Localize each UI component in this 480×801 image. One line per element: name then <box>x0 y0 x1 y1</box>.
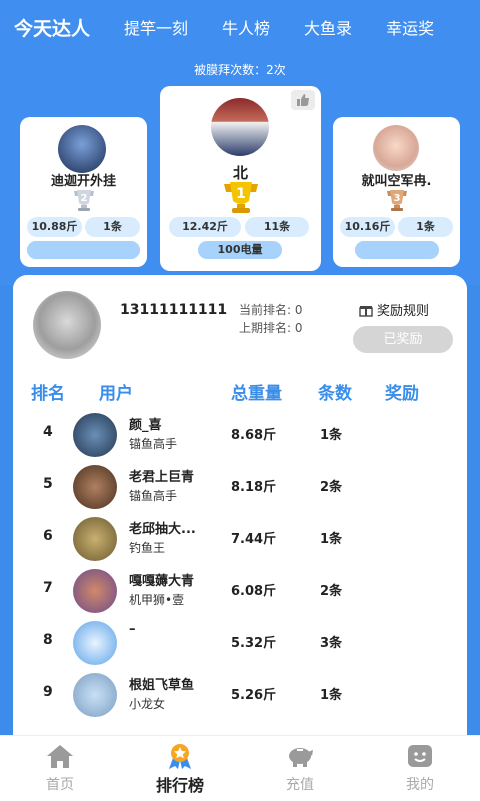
last-rank: 上期排名: 0 <box>239 321 303 335</box>
nav-home[interactable]: 首页 <box>0 736 120 801</box>
svg-text:1: 1 <box>236 186 246 202</box>
tab-quick-lift[interactable]: 提竿一刻 <box>124 15 188 39</box>
worship-count: 被膜拜次数：2次 <box>194 63 286 77</box>
podium-weight: 10.88斤 <box>27 217 82 237</box>
table-row[interactable]: 8 – 5.32斤 3条 <box>13 616 467 668</box>
tab-lucky-prize[interactable]: 幸运奖 <box>386 15 434 39</box>
header-reward: 奖励 <box>385 384 419 404</box>
row-name: – <box>129 622 136 637</box>
nav-label: 首页 <box>46 777 74 793</box>
nav-recharge[interactable]: 充值 <box>240 736 360 801</box>
avatar <box>211 98 269 156</box>
avatar <box>373 125 419 171</box>
ranking-icon <box>169 744 191 769</box>
row-title: 锚鱼高手 <box>129 489 178 503</box>
row-name: 嘎嘎薅大青 <box>129 574 195 589</box>
avatar <box>58 125 106 173</box>
bronze-medal-icon: 3 <box>386 190 407 211</box>
tab-master-ranking[interactable]: 牛人榜 <box>222 15 270 39</box>
nav-mine[interactable]: 我的 <box>360 736 480 801</box>
header-user: 用户 <box>99 384 133 404</box>
home-icon <box>47 745 73 768</box>
nav-label: 我的 <box>406 777 434 793</box>
header-count: 条数 <box>318 384 352 404</box>
podium-card-first[interactable]: 北 1 12.42斤 11条 100电量 <box>160 86 321 271</box>
row-weight: 5.32斤 <box>231 636 277 651</box>
table-row[interactable]: 4 颜_喜 锚鱼高手 8.68斤 1条 <box>13 408 467 460</box>
table-row[interactable]: 5 老君上巨青 锚鱼高手 8.18斤 2条 <box>13 460 467 512</box>
podium-reward-bar <box>27 241 140 259</box>
row-weight: 7.44斤 <box>231 532 277 547</box>
nav-label: 排行榜 <box>155 776 204 795</box>
row-rank: 4 <box>43 424 53 440</box>
row-count: 1条 <box>320 532 343 547</box>
table-row[interactable]: 7 嘎嘎薅大青 机甲狮•壹 6.08斤 2条 <box>13 564 467 616</box>
row-title: 锚鱼高手 <box>129 437 178 451</box>
row-count: 1条 <box>320 688 343 703</box>
podium-count: 1条 <box>398 217 453 237</box>
current-rank: 当前排名: 0 <box>239 303 303 317</box>
podium-count: 11条 <box>245 217 309 237</box>
row-title: 小龙女 <box>129 697 166 711</box>
reward-rules-link[interactable]: 奖励规则 <box>359 300 429 319</box>
svg-text:2: 2 <box>80 193 87 204</box>
row-rank: 8 <box>43 632 53 648</box>
row-name: 根姐飞草鱼 <box>129 678 195 693</box>
podium-power-reward: 100电量 <box>198 241 282 259</box>
row-weight: 5.26斤 <box>231 688 277 703</box>
row-count: 1条 <box>320 428 343 443</box>
svg-text:3: 3 <box>393 193 400 204</box>
claimed-button[interactable]: 已奖励 <box>353 326 453 353</box>
header-weight: 总重量 <box>231 384 282 404</box>
row-title: 机甲狮•壹 <box>129 593 185 607</box>
row-name: 老邱抽大... <box>129 522 196 537</box>
row-weight: 6.08斤 <box>231 584 277 599</box>
row-rank: 7 <box>43 580 53 596</box>
gold-medal-icon: 1 <box>223 182 258 213</box>
table-row[interactable]: 6 老邱抽大... 钓鱼王 7.44斤 1条 <box>13 512 467 564</box>
my-phone: 13111111111 <box>120 302 228 318</box>
row-count: 2条 <box>320 584 343 599</box>
avatar <box>73 517 117 561</box>
row-count: 3条 <box>320 636 343 651</box>
podium-count: 1条 <box>85 217 140 237</box>
avatar <box>73 621 117 665</box>
podium-weight: 10.16斤 <box>340 217 395 237</box>
row-title: 钓鱼王 <box>129 541 166 555</box>
tab-bar: 今天达人 提竿一刻 牛人榜 大鱼录 幸运奖 <box>0 8 480 46</box>
header-rank: 排名 <box>31 384 65 404</box>
piggy-bank-icon <box>289 748 313 767</box>
my-avatar <box>33 291 101 359</box>
podium-card-third[interactable]: 就叫空军冉. 3 10.16斤 1条 <box>333 117 460 267</box>
podium-name: 迪迦开外挂 <box>50 174 116 189</box>
nav-label: 充值 <box>286 777 314 793</box>
avatar <box>73 413 117 457</box>
row-rank: 6 <box>43 528 53 544</box>
row-name: 颜_喜 <box>129 418 162 433</box>
avatar <box>73 569 117 613</box>
nav-ranking[interactable]: 排行榜 <box>120 736 240 801</box>
podium-name: 就叫空军冉. <box>361 174 432 189</box>
bottom-nav: 首页 排行榜 充值 我的 <box>0 735 480 801</box>
row-weight: 8.18斤 <box>231 480 277 495</box>
tab-big-fish[interactable]: 大鱼录 <box>304 15 352 39</box>
gift-icon <box>359 305 373 317</box>
avatar <box>73 465 117 509</box>
row-rank: 5 <box>43 476 53 492</box>
podium-reward-bar <box>355 241 439 259</box>
silver-medal-icon: 2 <box>73 190 94 211</box>
row-count: 2条 <box>320 480 343 495</box>
tab-today-master[interactable]: 今天达人 <box>14 14 90 41</box>
ranking-panel: 13111111111 当前排名: 0 上期排名: 0 奖励规则 已奖励 排名 … <box>13 275 467 735</box>
thumbs-up-icon[interactable] <box>291 90 315 110</box>
podium-weight: 12.42斤 <box>169 217 241 237</box>
profile-icon <box>408 745 432 767</box>
podium-card-second[interactable]: 迪迦开外挂 2 10.88斤 1条 <box>20 117 147 267</box>
row-name: 老君上巨青 <box>129 470 195 485</box>
reward-rules-label: 奖励规则 <box>377 304 430 319</box>
row-weight: 8.68斤 <box>231 428 277 443</box>
row-rank: 9 <box>43 684 53 700</box>
avatar <box>73 673 117 717</box>
table-row[interactable]: 9 根姐飞草鱼 小龙女 5.26斤 1条 <box>13 668 467 720</box>
